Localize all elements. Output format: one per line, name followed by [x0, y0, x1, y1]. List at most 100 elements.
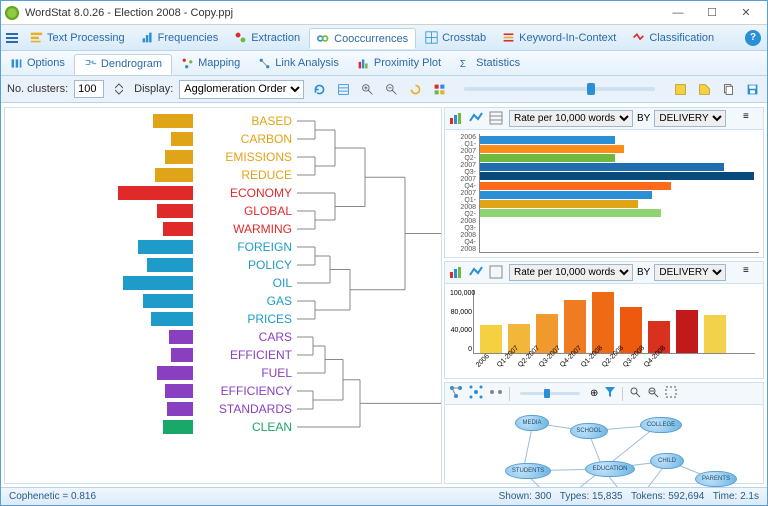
dendro-bar — [167, 402, 193, 416]
status-time: Time: 2.1s — [713, 491, 759, 502]
chart2-group-select[interactable]: DELIVERY — [654, 264, 726, 281]
chart2-line-icon[interactable] — [469, 265, 485, 281]
status-tokens: Tokens: 592,694 — [631, 491, 704, 502]
dendro-bar — [123, 276, 193, 290]
refresh-button[interactable] — [310, 80, 328, 98]
tab-label: Extraction — [251, 32, 300, 44]
network-node[interactable]: SCHOOL — [570, 423, 608, 439]
subtab-statistics[interactable]: ΣStatistics — [450, 54, 529, 73]
dendro-word: EFFICIENCY — [197, 384, 292, 398]
tab-extraction[interactable]: Extraction — [227, 28, 307, 47]
subtab-proximity-plot[interactable]: Proximity Plot — [348, 54, 450, 73]
chart2-bar-icon[interactable] — [449, 265, 465, 281]
help-button[interactable]: ? — [745, 30, 761, 46]
network-node[interactable]: EDUCATION — [585, 461, 635, 477]
network-node[interactable]: MEDIA — [515, 415, 549, 431]
subtab-dendrogram[interactable]: Dendrogram — [74, 54, 172, 75]
network-node[interactable]: PARENTS — [695, 471, 737, 487]
zoom-in-button[interactable] — [358, 80, 376, 98]
threshold-slider[interactable] — [464, 87, 655, 91]
net-add-icon[interactable]: ⊕ — [590, 388, 598, 399]
tab-keyword-in-context[interactable]: Keyword-In-Context — [495, 28, 623, 47]
chart-type-bar-icon[interactable] — [449, 111, 465, 127]
network-node[interactable]: STUDENTS — [505, 463, 551, 479]
dendro-bar — [157, 204, 193, 218]
chart2-metric-select[interactable]: Rate per 10,000 words — [509, 264, 633, 281]
display-select[interactable]: Agglomeration Order — [179, 80, 304, 99]
network-body[interactable]: MEDIA SCHOOL COLLEGE STUDENTS EDUCATION CHILD… — [445, 405, 763, 483]
network-panel: ⊕ MEDIA SCHOOL COLLEGE STUDENTS EDUCATION CHI… — [444, 382, 764, 484]
network-slider[interactable] — [520, 392, 580, 395]
dendro-word: CARBON — [197, 132, 292, 146]
close-button[interactable]: ✕ — [729, 3, 763, 23]
subtab-label: Link Analysis — [275, 57, 339, 69]
network-node[interactable]: CHILD — [650, 453, 684, 469]
chart2-by-label: BY — [637, 267, 650, 278]
color-button[interactable] — [430, 80, 448, 98]
dendro-bar — [163, 222, 193, 236]
chart1-menu-icon[interactable]: ≡ — [743, 111, 759, 127]
tab-text-processing[interactable]: Text Processing — [23, 28, 132, 47]
zoom-out-button[interactable] — [382, 80, 400, 98]
chart-type-grid-icon[interactable] — [489, 111, 505, 127]
reset-zoom-button[interactable] — [406, 80, 424, 98]
net-layout1-icon[interactable] — [449, 385, 463, 402]
net-layout2-icon[interactable] — [469, 385, 483, 402]
hbar — [480, 145, 624, 153]
network-node[interactable]: COLLEGE — [640, 417, 682, 433]
subtab-options[interactable]: Options — [1, 54, 74, 73]
link-analysis-icon — [258, 57, 271, 70]
dendro-word: PRICES — [197, 312, 292, 326]
tab-crosstab[interactable]: Crosstab — [418, 28, 493, 47]
right-pane: Rate per 10,000 words BY DELIVERY ≡ 2006… — [444, 107, 764, 484]
chart1-metric-select[interactable]: Rate per 10,000 words — [509, 110, 633, 127]
dendro-word: STANDARDS — [197, 402, 292, 416]
tab-classification[interactable]: Classification — [625, 28, 721, 47]
chart1-group-select[interactable]: DELIVERY — [654, 110, 726, 127]
kwic-icon — [502, 31, 515, 44]
clusters-input[interactable] — [74, 80, 104, 98]
cooccurrences-icon — [317, 32, 330, 45]
dendro-bar — [151, 312, 193, 326]
net-filter-icon[interactable] — [604, 386, 616, 401]
dendro-word: WARMING — [197, 222, 292, 236]
net-zoom-in-icon[interactable] — [629, 386, 641, 401]
save-button[interactable] — [743, 80, 761, 98]
net-layout3-icon[interactable] — [489, 385, 503, 402]
tag-button[interactable] — [695, 80, 713, 98]
subtab-mapping[interactable]: Mapping — [172, 54, 249, 73]
chart-panel-hbar: Rate per 10,000 words BY DELIVERY ≡ 2006… — [444, 107, 764, 258]
hbar — [480, 136, 615, 144]
tab-frequencies[interactable]: Frequencies — [134, 28, 226, 47]
dendro-word: REDUCE — [197, 168, 292, 182]
dendro-bar — [118, 186, 193, 200]
chart2-grid-icon[interactable] — [489, 265, 505, 281]
maximize-button[interactable]: ☐ — [695, 3, 729, 23]
dendro-bar — [171, 348, 193, 362]
net-zoom-out-icon[interactable] — [647, 386, 659, 401]
chart2-menu-icon[interactable]: ≡ — [743, 265, 759, 281]
hamburger-menu[interactable] — [3, 33, 21, 43]
subtab-link-analysis[interactable]: Link Analysis — [249, 54, 348, 73]
grid-button[interactable] — [334, 80, 352, 98]
net-fit-icon[interactable] — [665, 386, 677, 401]
copy-button[interactable] — [719, 80, 737, 98]
tab-label: Frequencies — [158, 32, 219, 44]
dendro-bar — [165, 384, 193, 398]
proximity-icon — [357, 57, 370, 70]
chart-panel-vbar: Rate per 10,000 words BY DELIVERY ≡ 100,… — [444, 261, 764, 379]
dendro-word: CARS — [197, 330, 292, 344]
minimize-button[interactable]: — — [661, 3, 695, 23]
hbar — [480, 200, 638, 208]
vbar — [564, 300, 586, 353]
table-button[interactable] — [671, 80, 689, 98]
clusters-stepper[interactable] — [110, 80, 128, 98]
tab-cooccurrences[interactable]: Cooccurrences — [309, 28, 416, 49]
chart1-body: 2006Q1-2007Q2-2007Q3-2007Q4-2007Q1-2008Q… — [445, 130, 763, 257]
chart-type-line-icon[interactable] — [469, 111, 485, 127]
content-area: BASEDCARBONEMISSIONSREDUCEECONOMYGLOBALW… — [1, 103, 767, 487]
statusbar: Cophenetic = 0.816 Shown: 300 Types: 15,… — [1, 487, 767, 505]
dendro-word: ECONOMY — [197, 186, 292, 200]
svg-text:Σ: Σ — [460, 58, 466, 69]
hbar — [480, 191, 652, 199]
